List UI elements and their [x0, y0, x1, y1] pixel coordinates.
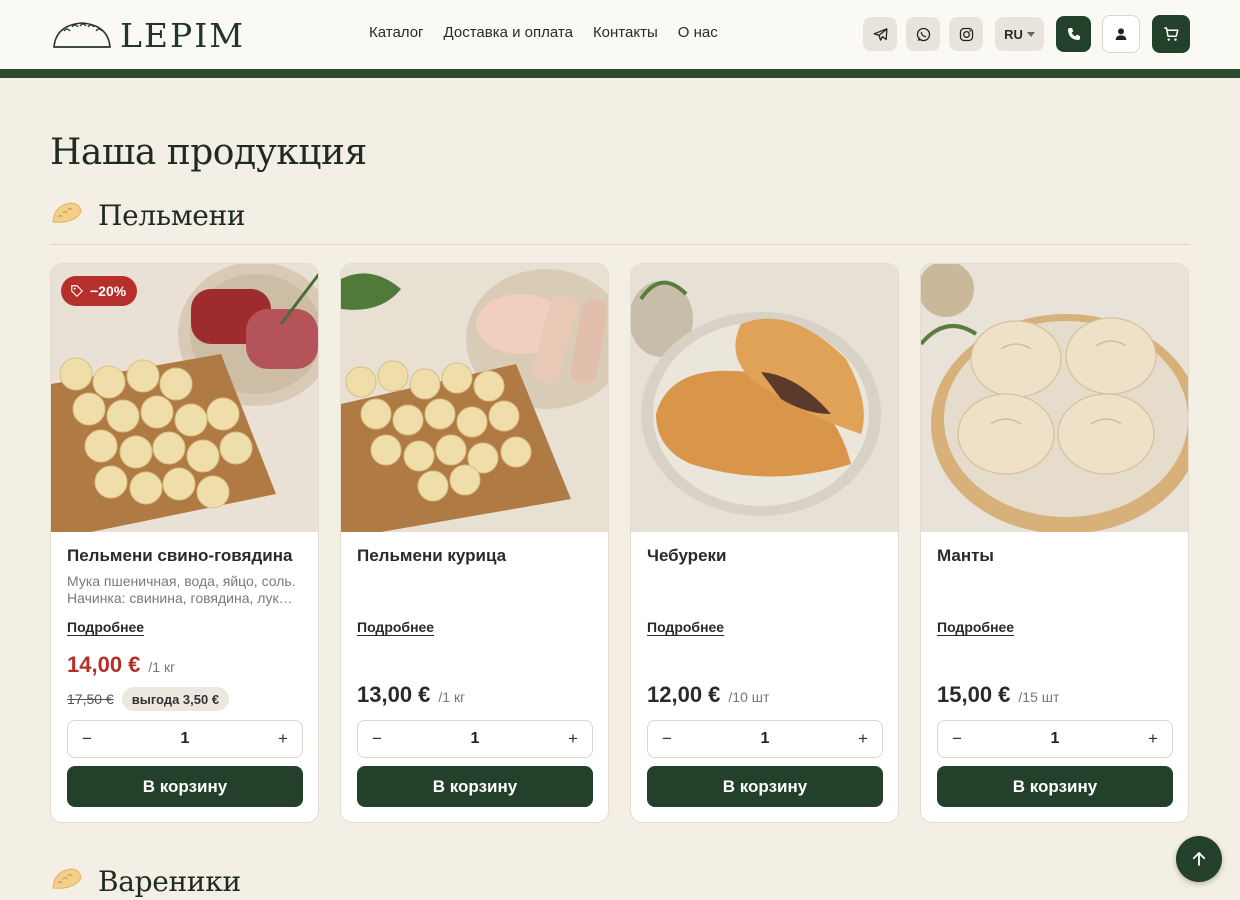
- quantity-input[interactable]: [155, 730, 215, 748]
- nav-about[interactable]: О нас: [678, 24, 718, 41]
- telegram-button[interactable]: [863, 17, 897, 51]
- increase-button[interactable]: +: [272, 728, 294, 750]
- account-button[interactable]: [1102, 15, 1140, 53]
- logo-text: LEPIM: [120, 15, 246, 55]
- product-name[interactable]: Пельмени курица: [357, 546, 506, 566]
- product-card-chicken[interactable]: Пельмени курица Подробнее 13,00 € /1 кг …: [340, 263, 609, 823]
- instagram-icon: [959, 27, 973, 41]
- language-label: RU: [1004, 26, 1023, 42]
- quantity-stepper: − +: [357, 720, 593, 758]
- decrease-button[interactable]: −: [656, 728, 678, 750]
- quantity-input[interactable]: [1025, 730, 1085, 748]
- phone-icon: [1067, 28, 1080, 40]
- old-price: 17,50 €: [67, 691, 114, 707]
- decrease-button[interactable]: −: [366, 728, 388, 750]
- old-price-row: 17,50 € выгода 3,50 €: [67, 687, 230, 711]
- product-image[interactable]: [341, 264, 608, 532]
- nav-contacts[interactable]: Контакты: [593, 24, 658, 41]
- cart-icon: [1164, 27, 1179, 41]
- product-card-pork-beef[interactable]: −20% Пельмени свино-говядина Мука пшенич…: [50, 263, 319, 823]
- user-icon: [1115, 28, 1127, 40]
- phone-button[interactable]: [1056, 16, 1091, 52]
- price-row: 13,00 € /1 кг: [357, 682, 465, 708]
- add-to-cart-button[interactable]: В корзину: [647, 766, 883, 807]
- product-description: Мука пшеничная, вода, яйцо, соль. Начинк…: [67, 573, 307, 607]
- dumpling-logo-icon: [53, 22, 111, 48]
- product-image[interactable]: −20%: [51, 264, 318, 532]
- details-link[interactable]: Подробнее: [357, 619, 434, 635]
- whatsapp-icon: [916, 27, 930, 41]
- page-title: Наша продукция: [50, 132, 367, 173]
- nav-delivery[interactable]: Доставка и оплата: [444, 24, 573, 41]
- price-unit: /1 кг: [438, 689, 466, 705]
- product-card-manty[interactable]: Манты Подробнее 15,00 € /15 шт − + В кор…: [920, 263, 1189, 823]
- price-row: 14,00 € /1 кг: [67, 652, 175, 678]
- header-accent-bar: [0, 69, 1240, 78]
- dumpling-icon: [52, 202, 82, 223]
- section-title-pelmeni: Пельмени: [50, 198, 246, 232]
- language-selector[interactable]: RU: [995, 17, 1044, 51]
- discount-value: −20%: [90, 283, 127, 299]
- telegram-icon: [872, 27, 888, 41]
- add-to-cart-button[interactable]: В корзину: [937, 766, 1173, 807]
- product-description-line: Мука пшеничная, вода, яйцо, соль.: [67, 573, 296, 589]
- dumpling-icon: [52, 868, 82, 889]
- product-image[interactable]: [631, 264, 898, 532]
- scroll-to-top-button[interactable]: [1176, 836, 1222, 882]
- add-to-cart-button[interactable]: В корзину: [67, 766, 303, 807]
- tag-icon: [71, 285, 83, 297]
- add-to-cart-button[interactable]: В корзину: [357, 766, 593, 807]
- section-title-vareniki: Вареники: [50, 864, 241, 898]
- chevron-down-icon: [1026, 31, 1035, 37]
- product-name[interactable]: Чебуреки: [647, 546, 726, 566]
- product-price: 12,00 €: [647, 682, 721, 707]
- product-price: 15,00 €: [937, 682, 1011, 707]
- increase-button[interactable]: +: [562, 728, 584, 750]
- product-card-chebureki[interactable]: Чебуреки Подробнее 12,00 € /10 шт − + В …: [630, 263, 899, 823]
- product-description-line: Начинка: свинина, говядина, лук…: [67, 590, 293, 606]
- logo[interactable]: LEPIM: [50, 16, 245, 54]
- details-link[interactable]: Подробнее: [67, 619, 144, 635]
- increase-button[interactable]: +: [852, 728, 874, 750]
- details-link[interactable]: Подробнее: [937, 619, 1014, 635]
- cart-button[interactable]: [1152, 15, 1190, 53]
- price-unit: /10 шт: [728, 689, 770, 705]
- product-price: 14,00 €: [67, 652, 141, 677]
- product-name[interactable]: Манты: [937, 546, 994, 566]
- product-image[interactable]: [921, 264, 1188, 532]
- saving-badge: выгода 3,50 €: [121, 687, 230, 711]
- main-nav: Каталог Доставка и оплата Контакты О нас: [369, 24, 718, 41]
- nav-catalog[interactable]: Каталог: [369, 24, 424, 41]
- decrease-button[interactable]: −: [76, 728, 98, 750]
- quantity-input[interactable]: [735, 730, 795, 748]
- price-unit: /1 кг: [148, 659, 176, 675]
- discount-badge: −20%: [61, 276, 138, 306]
- quantity-stepper: − +: [937, 720, 1173, 758]
- details-link[interactable]: Подробнее: [647, 619, 724, 635]
- whatsapp-button[interactable]: [906, 17, 940, 51]
- section-divider: [50, 244, 1190, 245]
- arrow-up-icon: [1192, 852, 1206, 866]
- price-unit: /15 шт: [1018, 689, 1060, 705]
- section-title-label: Пельмени: [98, 198, 246, 232]
- site-header: LEPIM Каталог Доставка и оплата Контакты…: [0, 0, 1240, 69]
- product-price: 13,00 €: [357, 682, 431, 707]
- quantity-stepper: − +: [67, 720, 303, 758]
- instagram-button[interactable]: [949, 17, 983, 51]
- price-row: 12,00 € /10 шт: [647, 682, 769, 708]
- decrease-button[interactable]: −: [946, 728, 968, 750]
- quantity-input[interactable]: [445, 730, 505, 748]
- increase-button[interactable]: +: [1142, 728, 1164, 750]
- product-name[interactable]: Пельмени свино-говядина: [67, 546, 292, 566]
- section-title-label: Вареники: [98, 864, 241, 898]
- price-row: 15,00 € /15 шт: [937, 682, 1059, 708]
- quantity-stepper: − +: [647, 720, 883, 758]
